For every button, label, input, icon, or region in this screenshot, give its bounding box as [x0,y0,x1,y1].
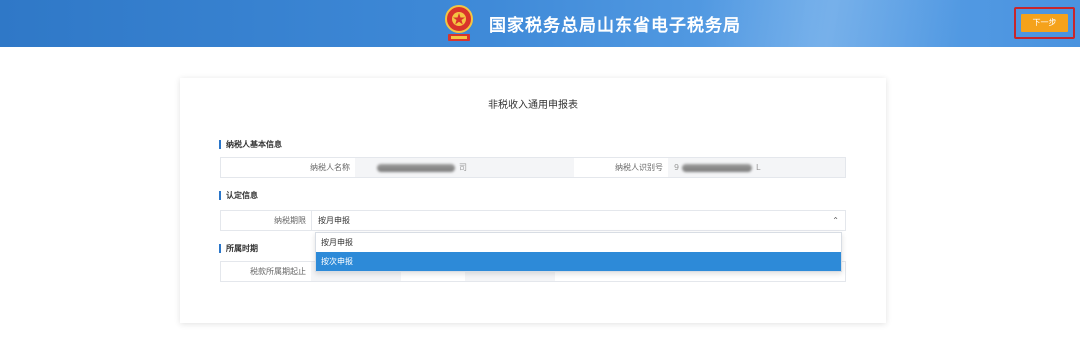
taxpayer-name-field: 司 [355,158,574,177]
taxpayer-id-label: 纳税人识别号 [574,158,668,177]
taxpayer-info-row: 纳税人名称 司 纳税人识别号 9 L [220,157,846,178]
option-monthly[interactable]: 按月申报 [316,233,841,252]
form-title: 非税收入通用申报表 [488,100,578,111]
section-period: 所属时期 [219,244,258,253]
filing-period-row: 纳税期限 按月申报 ⌃ [220,210,846,231]
top-header: 国家税务总局山东省电子税务局 下一步 [0,0,1080,47]
tax-period-label: 税款所属期起止 [221,262,311,281]
filing-period-label: 纳税期限 [221,211,311,230]
tax-emblem-icon [445,5,473,41]
taxpayer-name-suffix: 司 [459,163,467,172]
filing-period-dropdown: 按月申报 按次申报 [315,232,842,272]
next-button-highlight: 下一步 [1014,7,1075,39]
redacted-name [377,164,455,172]
redacted-id [682,164,752,172]
taxpayer-id-prefix: 9 [674,163,680,172]
next-step-button[interactable]: 下一步 [1021,14,1068,32]
section-basic-info: 纳税人基本信息 [219,140,282,149]
chevron-up-icon: ⌃ [832,216,839,225]
filing-period-value: 按月申报 [318,216,350,225]
taxpayer-name-label: 纳税人名称 [221,158,355,177]
filing-period-select[interactable]: 按月申报 ⌃ [311,211,845,230]
taxpayer-id-suffix: L [756,163,761,172]
taxpayer-id-field: 9 L [668,158,845,177]
form-card: 非税收入通用申报表 纳税人基本信息 纳税人名称 司 纳税人识别号 9 L 认定信… [180,78,886,323]
section-identification: 认定信息 [219,191,258,200]
option-per-instance[interactable]: 按次申报 [316,252,841,271]
site-title: 国家税务总局山东省电子税务局 [489,16,741,36]
